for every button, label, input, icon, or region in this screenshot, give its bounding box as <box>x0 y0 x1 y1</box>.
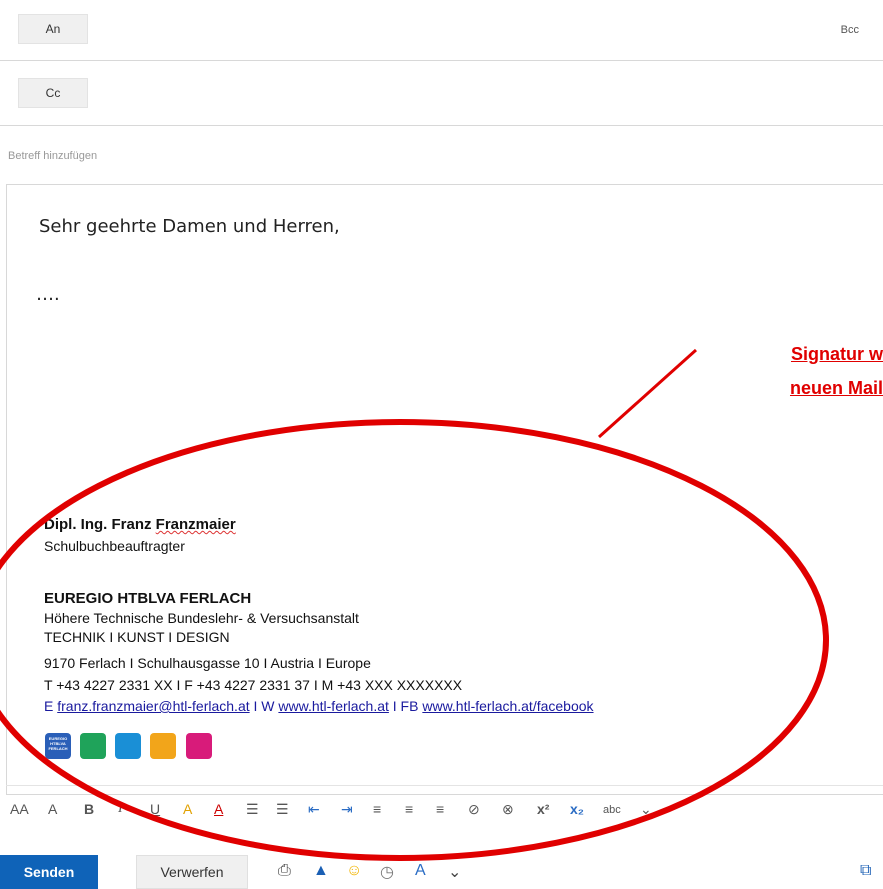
annotation-line-1: Signatur w <box>790 344 883 364</box>
more-options-icon[interactable]: ⌄ <box>640 801 652 818</box>
send-button[interactable]: Senden <box>0 855 98 889</box>
school-logo: EUREGIO HTBLVA FERLACH <box>45 733 71 759</box>
indent-icon[interactable]: ⇥ <box>341 801 353 818</box>
email-label: E <box>44 698 58 714</box>
sig-contacts: E franz.franzmaier@htl-ferlach.at I W ww… <box>44 697 594 715</box>
align-center-icon[interactable]: ≡ <box>405 801 413 817</box>
cc-row: Cc <box>0 60 883 126</box>
unlink-icon[interactable]: ⊗ <box>502 801 514 818</box>
fb-label: I FB <box>388 698 423 714</box>
more-actions-icon[interactable]: ⌄ <box>448 862 461 882</box>
popout-icon[interactable]: ⧉ <box>860 862 871 880</box>
to-button[interactable]: An <box>18 14 88 44</box>
sig-org: EUREGIO HTBLVA FERLACH <box>44 590 252 607</box>
subscript-icon[interactable]: x₂ <box>570 801 584 817</box>
italic-icon[interactable]: I <box>118 801 123 817</box>
facebook-link[interactable]: www.htl-ferlach.at/facebook <box>422 698 593 714</box>
bold-icon[interactable]: B <box>84 801 94 817</box>
sig-role: Schulbuchbeauftragter <box>44 538 185 554</box>
grow-font-icon[interactable]: A <box>48 801 57 817</box>
greeting-text: Sehr geehrte Damen und Herren, <box>39 216 340 237</box>
sig-motto: TECHNIK I KUNST I DESIGN <box>44 629 230 645</box>
web-label: I W <box>249 698 279 714</box>
superscript-icon[interactable]: x² <box>537 801 549 817</box>
sig-name-prefix: Dipl. Ing. Franz <box>44 516 156 533</box>
font-size-icon[interactable]: AA <box>10 801 29 817</box>
school-logo-text: EUREGIO HTBLVA FERLACH <box>48 736 68 751</box>
outdent-icon[interactable]: ⇤ <box>308 801 320 818</box>
ferlach-logo <box>186 733 212 759</box>
ellipsis-text: …. <box>36 284 60 305</box>
link-icon[interactable]: ⊘ <box>468 801 480 818</box>
sig-org-desc: Höhere Technische Bundeslehr- & Versuchs… <box>44 610 359 626</box>
discard-button[interactable]: Verwerfen <box>136 855 248 889</box>
strikethrough-icon[interactable]: abc <box>603 804 621 816</box>
email-link[interactable]: franz.franzmaier@htl-ferlach.at <box>57 698 249 714</box>
bcc-button[interactable]: Bcc <box>841 24 859 36</box>
font-color-icon[interactable]: A <box>214 801 223 817</box>
align-left-icon[interactable]: ≡ <box>373 801 381 817</box>
schedule-icon[interactable]: ◷ <box>380 862 394 882</box>
emoji-icon[interactable]: ☺ <box>346 862 362 880</box>
toolbar-divider <box>6 785 883 786</box>
annotation-line-2: neuen Mail <box>789 378 883 398</box>
sig-address: 9170 Ferlach I Schulhausgasse 10 I Austr… <box>44 655 371 671</box>
design-logo <box>150 733 176 759</box>
bullets-icon[interactable]: ☰ <box>246 801 259 818</box>
web-link[interactable]: www.htl-ferlach.at <box>278 698 388 714</box>
sig-name: Dipl. Ing. Franz Franzmaier <box>44 516 236 534</box>
kunst-logo <box>115 733 141 759</box>
attach-icon[interactable]: ⎙ <box>278 862 291 880</box>
cc-button[interactable]: Cc <box>18 78 88 108</box>
picture-icon[interactable]: ▲ <box>313 862 329 880</box>
editor-icon[interactable]: A <box>415 862 426 880</box>
sig-phones: T +43 4227 2331 XX I F +43 4227 2331 37 … <box>44 677 463 693</box>
underline-icon[interactable]: U <box>150 801 160 817</box>
subject-input[interactable]: Betreff hinzufügen <box>8 150 97 162</box>
to-row: An Bcc <box>0 0 883 61</box>
numbering-icon[interactable]: ☰ <box>276 801 289 818</box>
align-right-icon[interactable]: ≡ <box>436 801 444 817</box>
technik-logo <box>80 733 106 759</box>
sig-name-last: Franzmaier <box>155 516 236 533</box>
highlight-icon[interactable]: A <box>183 801 192 817</box>
